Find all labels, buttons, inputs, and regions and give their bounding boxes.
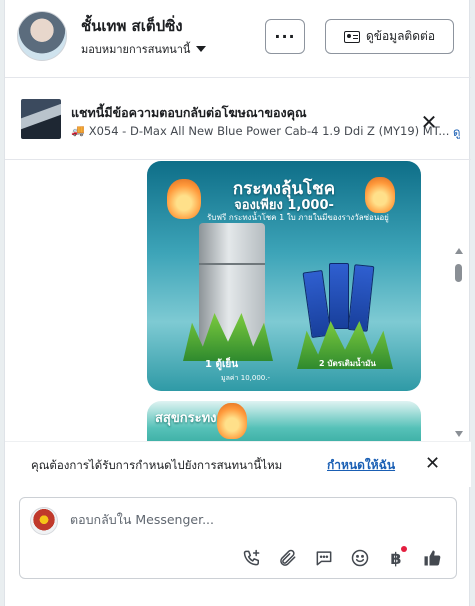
scrollbar-thumb[interactable] — [455, 264, 462, 282]
page-avatar — [30, 507, 58, 535]
contact-avatar[interactable] — [17, 11, 67, 61]
baht-symbol: ฿ — [390, 548, 402, 568]
prize2-label: 2 บัตรเติมน้ำมัน — [319, 357, 376, 370]
promo2-title: สสุขกระทง — [155, 411, 217, 426]
scroll-down-arrow[interactable] — [455, 431, 463, 437]
close-icon[interactable]: ✕ — [425, 454, 440, 474]
prize1-label: 1 ตู้เย็น — [205, 357, 238, 372]
view-contact-info-button[interactable]: ดูข้อมูลติดต่อ — [325, 19, 454, 54]
assign-suggestion-text: คุณต้องการได้รับการกำหนดไปยังการสนทนานี้… — [31, 458, 283, 472]
fuel-card-pack — [329, 263, 349, 329]
conversation-panel: ชั้นเทพ สเต็ปซิ่ง มอบหมายการสนทนานี้ ···… — [4, 0, 471, 606]
saved-reply-icon[interactable] — [312, 546, 336, 570]
assign-dropdown[interactable]: มอบหมายการสนทนานี้ — [81, 40, 207, 58]
more-options-button[interactable]: ··· — [265, 19, 305, 54]
thumbs-up-icon[interactable] — [420, 546, 444, 570]
truck-icon: 🚚 — [71, 124, 85, 137]
attachment-icon[interactable] — [276, 546, 300, 570]
fuel-card-pack — [302, 269, 332, 339]
fuel-card-pack — [347, 264, 375, 332]
close-icon[interactable]: ✕ — [419, 112, 439, 132]
prize2-text: บัตรเติมน้ำมัน — [327, 359, 376, 368]
lantern-graphic — [217, 403, 247, 439]
ad-banner-subtitle: 🚚 X054 - D-Max All New Blue Power Cab-4 … — [71, 124, 451, 138]
call-add-icon[interactable] — [240, 546, 264, 570]
payment-icon[interactable]: ฿ — [384, 546, 408, 570]
conversation-header: ชั้นเทพ สเต็ปซิ่ง มอบหมายการสนทนานี้ ···… — [5, 0, 471, 78]
caret-down-icon — [196, 46, 207, 52]
emoji-icon[interactable] — [348, 546, 372, 570]
assign-to-me-link[interactable]: กำหนดให้ฉัน — [327, 456, 395, 475]
prize2-badge: 2 — [319, 359, 325, 368]
contact-name[interactable]: ชั้นเทพ สเต็ปซิ่ง — [81, 14, 183, 38]
assign-suggestion-bar: คุณต้องการได้รับการกำหนดไปยังการสนทนานี้… — [5, 441, 471, 487]
composer-toolbar: ฿ — [240, 546, 444, 570]
ad-thumbnail[interactable] — [21, 99, 61, 139]
fuel-card-graphic — [302, 263, 389, 339]
notification-dot — [401, 546, 407, 552]
message-thread[interactable]: กระทงลุ้นโชค จองเพียง 1,000- รับฟรี กระท… — [5, 161, 471, 441]
ad-name: X054 - D-Max All New Blue Power Cab-4 1.… — [88, 124, 450, 138]
assign-label: มอบหมายการสนทนานี้ — [81, 43, 191, 56]
view-contact-info-label: ดูข้อมูลติดต่อ — [365, 29, 436, 43]
promo-image-message[interactable]: กระทงลุ้นโชค จองเพียง 1,000- รับฟรี กระท… — [147, 161, 421, 391]
contact-card-icon — [343, 30, 360, 43]
view-ad-link[interactable]: ดู — [453, 124, 460, 142]
prize1-badge: 1 — [205, 359, 212, 370]
ad-reply-banner: แชทนี้มีข้อความตอบกลับต่อโฆษณาของคุณ 🚚 X… — [5, 82, 471, 160]
reply-input[interactable] — [70, 512, 370, 527]
scroll-up-arrow[interactable] — [455, 248, 463, 254]
message-composer: ฿ — [19, 497, 457, 579]
promo-image-message[interactable]: สสุขกระทง — [147, 401, 421, 441]
ad-banner-title: แชทนี้มีข้อความตอบกลับต่อโฆษณาของคุณ — [71, 105, 307, 120]
prize1-value: มูลค่า 10,000.- — [221, 374, 270, 382]
prize1-text: ตู้เย็น — [215, 359, 239, 370]
